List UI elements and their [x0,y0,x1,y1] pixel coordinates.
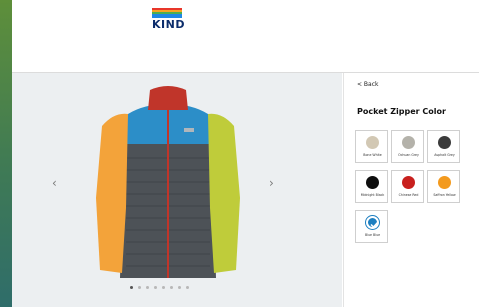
color-swatch[interactable]: Asphalt Grey [427,130,460,163]
swatch-label: Ochuan Grey [398,153,419,157]
color-swatch[interactable]: Bone White [355,130,388,163]
checkmark-icon [370,221,379,229]
gallery-dot[interactable] [178,286,181,289]
brand-logo[interactable]: KIND [152,8,185,31]
swatch-label: Bone White [363,153,382,157]
gallery-prev-arrow[interactable]: ‹ [52,176,57,190]
swatch-color-dot [366,136,379,149]
swatch-label: Blue Blue [364,233,381,237]
color-swatch[interactable]: Midnight Black [355,170,388,203]
gallery-dot[interactable] [138,286,141,289]
options-panel: < Back Pocket Zipper Color Bone White Och… [343,73,479,307]
gallery-pagination [130,286,189,289]
gallery-dot[interactable] [154,286,157,289]
color-swatch[interactable]: Saffron Yellow [427,170,460,203]
swatch-label: Saffron Yellow [433,193,456,197]
color-swatch[interactable]: Chinese Red [391,170,424,203]
swatch-color-dot [366,176,379,189]
product-jacket-image [96,86,240,278]
swatch-label: Midnight Black [360,193,385,197]
gallery-dot[interactable] [162,286,165,289]
option-title: Pocket Zipper Color [357,107,446,116]
back-link[interactable]: < Back [357,81,379,88]
swatch-color-dot [366,216,379,229]
swatch-color-dot [402,176,415,189]
gallery-dot[interactable] [146,286,149,289]
page-frame: KIND ‹ › < Back Pocket Zipper Color Bone… [12,0,479,307]
gallery-dot[interactable] [130,286,133,289]
swatch-label: Chinese Red [398,193,419,197]
swatch-color-dot [402,136,415,149]
swatch-label: Asphalt Grey [434,153,455,157]
swatch-color-dot [438,136,451,149]
gallery-next-arrow[interactable]: › [269,176,274,190]
gallery-dot[interactable] [186,286,189,289]
color-swatch[interactable]: Ochuan Grey [391,130,424,163]
swatch-color-dot [438,176,451,189]
site-header: KIND [12,0,479,73]
color-swatch[interactable]: Blue Blue [355,210,388,243]
logo-wordmark: KIND [152,18,185,31]
product-gallery: ‹ › [12,73,342,307]
gallery-dot[interactable] [170,286,173,289]
